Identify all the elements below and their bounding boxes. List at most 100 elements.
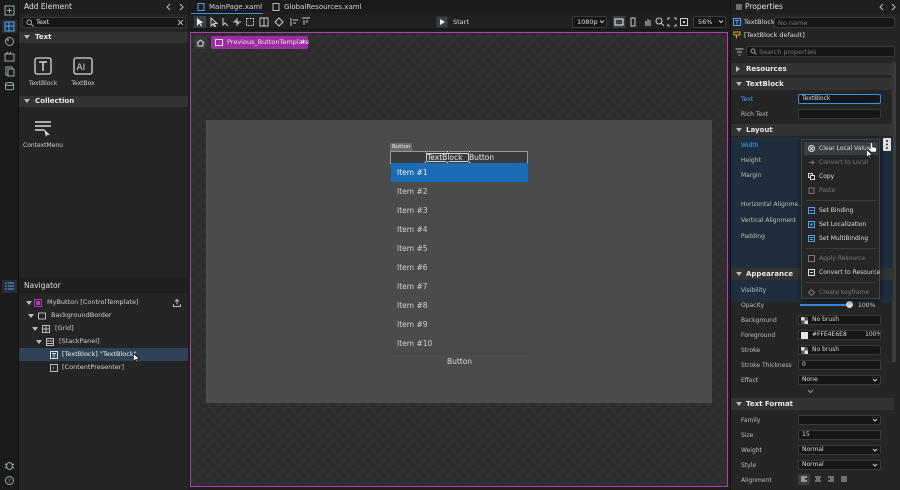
pan-select-icon[interactable]: [221, 17, 231, 27]
mobile-view-icon[interactable]: [628, 17, 638, 27]
fill-tool-icon[interactable]: [274, 17, 284, 27]
rich-text-input[interactable]: [798, 109, 881, 119]
media-icon[interactable]: [4, 51, 15, 62]
files-icon[interactable]: [4, 66, 15, 77]
tile-textbox[interactable]: AI TextBox: [63, 56, 103, 87]
clear-search-icon[interactable]: [177, 19, 184, 26]
list-item[interactable]: Item #10: [391, 334, 528, 353]
section-text[interactable]: Text: [19, 32, 188, 43]
tile-textblock[interactable]: TextBlock: [23, 56, 63, 87]
tab-mainpage[interactable]: MainPage.xaml: [191, 0, 263, 14]
menu-item-create-keyframe[interactable]: Create keyframe: [804, 286, 878, 299]
home-icon[interactable]: [194, 36, 207, 49]
menu-item-set-binding[interactable]: Set Binding: [804, 204, 878, 217]
list-item[interactable]: Item #4: [391, 220, 528, 239]
menu-item-convert-to-resource[interactable]: Convert to Resource: [804, 266, 880, 279]
select-tool-icon[interactable]: [194, 16, 206, 28]
marquee-tool-icon[interactable]: [245, 17, 255, 27]
align-justify-icon[interactable]: [838, 474, 850, 485]
zoom-to-fit-icon[interactable]: [667, 17, 677, 27]
property-options-icon[interactable]: [883, 138, 891, 151]
list-item[interactable]: Item #3: [391, 201, 528, 220]
foreground-input[interactable]: #FFE4E6E8 100%: [798, 330, 881, 340]
align-left-icon[interactable]: [798, 474, 810, 485]
tree-row-textblock[interactable]: [TextBlock] "TextBlock": [19, 348, 188, 363]
hand-tool-icon[interactable]: [643, 17, 653, 27]
chevron-left-icon[interactable]: [165, 3, 173, 11]
template-breadcrumb[interactable]: Previous_ButtonTemplate: [211, 36, 309, 49]
transform-tool-icon[interactable]: [232, 17, 242, 27]
family-dropdown[interactable]: [798, 415, 881, 425]
resolution-dropdown[interactable]: 1080p: [572, 16, 607, 28]
list-item[interactable]: Item #7: [391, 277, 528, 296]
opacity-slider-thumb[interactable]: [846, 301, 853, 308]
style-dropdown[interactable]: Normal: [798, 460, 881, 470]
list-item[interactable]: Item #5: [391, 239, 528, 258]
list-item[interactable]: Item #2: [391, 182, 528, 201]
list-item[interactable]: Item #9: [391, 315, 528, 334]
zoom-icon[interactable]: [655, 17, 665, 27]
bug-icon[interactable]: [4, 460, 15, 471]
property-search-input[interactable]: Search properties: [746, 46, 895, 57]
menu-item-set-multibinding[interactable]: Set MultiBinding: [804, 232, 878, 245]
tree-row-backgroundborder[interactable]: BackgroundBorder: [19, 309, 188, 322]
filter-icon[interactable]: [735, 48, 744, 56]
resize-handle[interactable]: [446, 150, 449, 153]
align-right-icon[interactable]: [825, 474, 837, 485]
layout-tool-icon[interactable]: [259, 17, 269, 27]
play-icon[interactable]: [436, 16, 448, 28]
tree-row-contentpresenter[interactable]: ! [ContentPresenter]: [19, 361, 188, 374]
zoom-dropdown[interactable]: 56%: [693, 16, 726, 28]
size-input[interactable]: 15: [798, 430, 881, 440]
element-name-input[interactable]: No name: [774, 17, 895, 28]
data-icon[interactable]: [4, 81, 15, 92]
section-resources[interactable]: Resources: [731, 63, 894, 75]
effect-dropdown[interactable]: None: [798, 375, 881, 385]
palette-icon[interactable]: [4, 36, 15, 47]
expand-more-icon[interactable]: [807, 389, 814, 394]
menu-item-set-localization[interactable]: Set Localization: [804, 218, 878, 231]
help-icon[interactable]: ?: [4, 475, 15, 486]
menu-item-apply-resource[interactable]: Apply Resource: [804, 252, 878, 265]
actual-size-icon[interactable]: [679, 17, 689, 27]
chevron-right-icon[interactable]: [889, 3, 897, 11]
resize-handle[interactable]: [468, 150, 471, 153]
section-text-format[interactable]: Text Format: [731, 398, 894, 410]
list-item[interactable]: Item #1: [391, 163, 528, 182]
menu-item-paste[interactable]: Paste: [804, 184, 878, 197]
stroke-input[interactable]: No brush: [798, 345, 881, 355]
tab-globalresources[interactable]: GlobalResources.xaml: [266, 0, 362, 14]
section-layout[interactable]: Layout: [731, 124, 894, 136]
assets-icon[interactable]: [2, 20, 17, 33]
tile-contextmenu[interactable]: ContextMenu: [23, 118, 63, 149]
align-center-icon[interactable]: [812, 474, 824, 485]
opacity-slider[interactable]: [800, 304, 850, 306]
style-label[interactable]: [TextBlock default]: [744, 31, 805, 39]
chevron-left-icon[interactable]: [878, 3, 886, 11]
list-item[interactable]: Item #8: [391, 296, 528, 315]
start-label[interactable]: Start: [453, 18, 469, 26]
footer-button[interactable]: Button: [391, 353, 528, 369]
text-property-input[interactable]: TextBlock: [798, 94, 881, 104]
desktop-view-icon[interactable]: [613, 16, 625, 28]
list-item[interactable]: Item #6: [391, 258, 528, 277]
element-search-input[interactable]: Text: [22, 17, 186, 28]
section-collection[interactable]: Collection: [19, 96, 188, 107]
navigator-icon[interactable]: [2, 280, 17, 293]
tree-row-mybutton[interactable]: MyButton [ControlTemplate]: [19, 296, 188, 309]
stroke-thickness-input[interactable]: 0: [798, 360, 881, 370]
align-left-tool-icon[interactable]: [290, 17, 300, 27]
add-element-icon[interactable]: [4, 5, 15, 16]
direct-select-icon[interactable]: [209, 17, 219, 27]
background-input[interactable]: No brush: [798, 315, 881, 325]
menu-item-copy[interactable]: Copy: [804, 170, 878, 183]
vertical-alignment-label: Vertical Alignment: [741, 217, 797, 224]
share-icon[interactable]: [173, 299, 181, 307]
resize-handle[interactable]: [424, 150, 427, 153]
tree-row-stackpanel[interactable]: [StackPanel]: [19, 335, 188, 348]
weight-dropdown[interactable]: Normal: [798, 445, 881, 455]
section-textblock[interactable]: TextBlock: [731, 78, 894, 90]
chevron-right-icon[interactable]: [177, 3, 185, 11]
align-top-tool-icon[interactable]: [301, 17, 311, 27]
tree-row-grid[interactable]: [Grid]: [19, 322, 188, 335]
